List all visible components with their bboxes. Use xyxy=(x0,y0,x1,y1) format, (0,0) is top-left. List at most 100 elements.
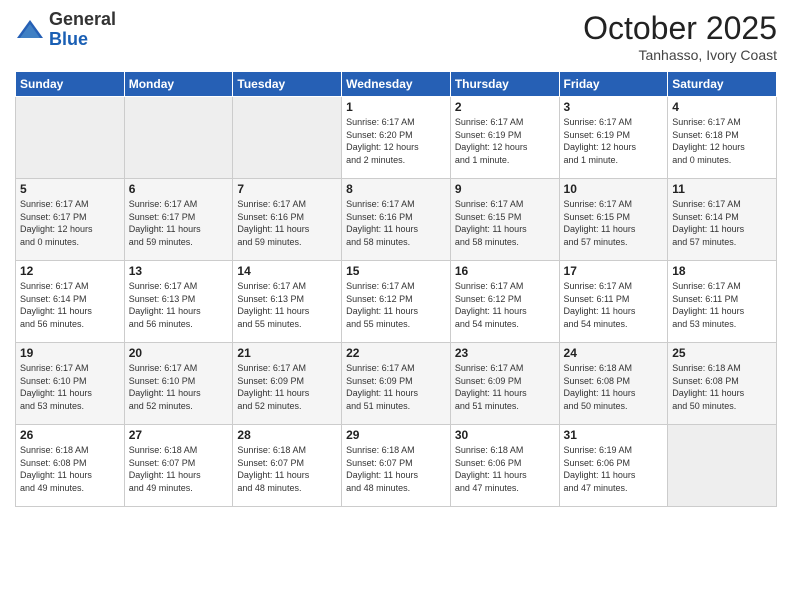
month-title: October 2025 xyxy=(583,10,777,47)
calendar-cell: 23 Sunrise: 6:17 AM Sunset: 6:09 PM Dayli… xyxy=(450,343,559,425)
day-info: Sunrise: 6:17 AM Sunset: 6:11 PM Dayligh… xyxy=(672,280,772,330)
day-info: Sunrise: 6:17 AM Sunset: 6:13 PM Dayligh… xyxy=(129,280,229,330)
header: General Blue October 2025 Tanhasso, Ivor… xyxy=(15,10,777,63)
calendar-cell: 26 Sunrise: 6:18 AM Sunset: 6:08 PM Dayli… xyxy=(16,425,125,507)
day-number: 13 xyxy=(129,264,229,278)
logo-icon xyxy=(15,18,45,42)
day-number: 8 xyxy=(346,182,446,196)
day-number: 26 xyxy=(20,428,120,442)
calendar-table: SundayMondayTuesdayWednesdayThursdayFrid… xyxy=(15,71,777,507)
calendar-cell: 8 Sunrise: 6:17 AM Sunset: 6:16 PM Daylig… xyxy=(342,179,451,261)
day-info: Sunrise: 6:17 AM Sunset: 6:10 PM Dayligh… xyxy=(20,362,120,412)
week-row-2: 12 Sunrise: 6:17 AM Sunset: 6:14 PM Dayli… xyxy=(16,261,777,343)
day-info: Sunrise: 6:17 AM Sunset: 6:19 PM Dayligh… xyxy=(564,116,664,166)
day-number: 2 xyxy=(455,100,555,114)
day-number: 29 xyxy=(346,428,446,442)
calendar-cell: 10 Sunrise: 6:17 AM Sunset: 6:15 PM Dayli… xyxy=(559,179,668,261)
calendar-cell: 21 Sunrise: 6:17 AM Sunset: 6:09 PM Dayli… xyxy=(233,343,342,425)
day-info: Sunrise: 6:17 AM Sunset: 6:14 PM Dayligh… xyxy=(20,280,120,330)
day-number: 27 xyxy=(129,428,229,442)
calendar-cell: 3 Sunrise: 6:17 AM Sunset: 6:19 PM Daylig… xyxy=(559,97,668,179)
day-number: 10 xyxy=(564,182,664,196)
day-number: 30 xyxy=(455,428,555,442)
calendar-cell: 9Sunrise: 6:17 AM Sunset: 6:15 PM Daylig… xyxy=(450,179,559,261)
day-number: 5 xyxy=(20,182,120,196)
calendar-cell: 29 Sunrise: 6:18 AM Sunset: 6:07 PM Dayli… xyxy=(342,425,451,507)
day-info: Sunrise: 6:17 AM Sunset: 6:16 PM Dayligh… xyxy=(346,198,446,248)
week-row-4: 26 Sunrise: 6:18 AM Sunset: 6:08 PM Dayli… xyxy=(16,425,777,507)
day-number: 4 xyxy=(672,100,772,114)
calendar-cell: 2 Sunrise: 6:17 AM Sunset: 6:19 PM Daylig… xyxy=(450,97,559,179)
calendar-cell: 11 Sunrise: 6:17 AM Sunset: 6:14 PM Dayli… xyxy=(668,179,777,261)
day-number: 12 xyxy=(20,264,120,278)
day-info: Sunrise: 6:18 AM Sunset: 6:06 PM Dayligh… xyxy=(455,444,555,494)
logo-blue-text: Blue xyxy=(49,30,116,50)
calendar-cell: 18Sunrise: 6:17 AM Sunset: 6:11 PM Dayli… xyxy=(668,261,777,343)
day-info: Sunrise: 6:17 AM Sunset: 6:11 PM Dayligh… xyxy=(564,280,664,330)
calendar-cell: 27 Sunrise: 6:18 AM Sunset: 6:07 PM Dayli… xyxy=(124,425,233,507)
calendar-cell: 7 Sunrise: 6:17 AM Sunset: 6:16 PM Daylig… xyxy=(233,179,342,261)
location: Tanhasso, Ivory Coast xyxy=(583,47,777,63)
calendar-cell: 13 Sunrise: 6:17 AM Sunset: 6:13 PM Dayli… xyxy=(124,261,233,343)
calendar-cell: 28 Sunrise: 6:18 AM Sunset: 6:07 PM Dayli… xyxy=(233,425,342,507)
calendar-cell: 15 Sunrise: 6:17 AM Sunset: 6:12 PM Dayli… xyxy=(342,261,451,343)
day-number: 14 xyxy=(237,264,337,278)
day-number: 23 xyxy=(455,346,555,360)
day-info: Sunrise: 6:18 AM Sunset: 6:07 PM Dayligh… xyxy=(237,444,337,494)
logo: General Blue xyxy=(15,10,116,50)
day-info: Sunrise: 6:18 AM Sunset: 6:07 PM Dayligh… xyxy=(129,444,229,494)
day-info: Sunrise: 6:17 AM Sunset: 6:14 PM Dayligh… xyxy=(672,198,772,248)
day-number: 20 xyxy=(129,346,229,360)
day-number: 15 xyxy=(346,264,446,278)
day-info: Sunrise: 6:18 AM Sunset: 6:07 PM Dayligh… xyxy=(346,444,446,494)
day-number: 28 xyxy=(237,428,337,442)
day-info: Sunrise: 6:17 AM Sunset: 6:13 PM Dayligh… xyxy=(237,280,337,330)
calendar-cell: 5Sunrise: 6:17 AM Sunset: 6:17 PM Daylig… xyxy=(16,179,125,261)
day-info: Sunrise: 6:17 AM Sunset: 6:15 PM Dayligh… xyxy=(564,198,664,248)
day-number: 17 xyxy=(564,264,664,278)
day-info: Sunrise: 6:18 AM Sunset: 6:08 PM Dayligh… xyxy=(20,444,120,494)
day-number: 3 xyxy=(564,100,664,114)
day-number: 11 xyxy=(672,182,772,196)
day-info: Sunrise: 6:17 AM Sunset: 6:09 PM Dayligh… xyxy=(237,362,337,412)
day-info: Sunrise: 6:17 AM Sunset: 6:16 PM Dayligh… xyxy=(237,198,337,248)
day-number: 1 xyxy=(346,100,446,114)
calendar-cell: 20Sunrise: 6:17 AM Sunset: 6:10 PM Dayli… xyxy=(124,343,233,425)
calendar-cell: 1 Sunrise: 6:17 AM Sunset: 6:20 PM Daylig… xyxy=(342,97,451,179)
day-number: 21 xyxy=(237,346,337,360)
calendar-cell: 17 Sunrise: 6:17 AM Sunset: 6:11 PM Dayli… xyxy=(559,261,668,343)
day-info: Sunrise: 6:17 AM Sunset: 6:20 PM Dayligh… xyxy=(346,116,446,166)
calendar-cell: 14 Sunrise: 6:17 AM Sunset: 6:13 PM Dayli… xyxy=(233,261,342,343)
calendar-cell: 30 Sunrise: 6:18 AM Sunset: 6:06 PM Dayli… xyxy=(450,425,559,507)
day-info: Sunrise: 6:17 AM Sunset: 6:12 PM Dayligh… xyxy=(346,280,446,330)
weekday-header-tuesday: Tuesday xyxy=(233,72,342,97)
calendar-cell xyxy=(124,97,233,179)
day-number: 22 xyxy=(346,346,446,360)
day-info: Sunrise: 6:17 AM Sunset: 6:19 PM Dayligh… xyxy=(455,116,555,166)
calendar-page: General Blue October 2025 Tanhasso, Ivor… xyxy=(0,0,792,612)
weekday-header-monday: Monday xyxy=(124,72,233,97)
calendar-cell: 22Sunrise: 6:17 AM Sunset: 6:09 PM Dayli… xyxy=(342,343,451,425)
day-info: Sunrise: 6:18 AM Sunset: 6:08 PM Dayligh… xyxy=(564,362,664,412)
day-number: 9 xyxy=(455,182,555,196)
calendar-cell xyxy=(233,97,342,179)
calendar-cell: 6Sunrise: 6:17 AM Sunset: 6:17 PM Daylig… xyxy=(124,179,233,261)
day-info: Sunrise: 6:17 AM Sunset: 6:09 PM Dayligh… xyxy=(455,362,555,412)
weekday-header-wednesday: Wednesday xyxy=(342,72,451,97)
weekday-header-sunday: Sunday xyxy=(16,72,125,97)
title-block: October 2025 Tanhasso, Ivory Coast xyxy=(583,10,777,63)
weekday-header-saturday: Saturday xyxy=(668,72,777,97)
calendar-cell: 25Sunrise: 6:18 AM Sunset: 6:08 PM Dayli… xyxy=(668,343,777,425)
calendar-cell: 4Sunrise: 6:17 AM Sunset: 6:18 PM Daylig… xyxy=(668,97,777,179)
day-number: 31 xyxy=(564,428,664,442)
weekday-header-row: SundayMondayTuesdayWednesdayThursdayFrid… xyxy=(16,72,777,97)
calendar-cell: 19Sunrise: 6:17 AM Sunset: 6:10 PM Dayli… xyxy=(16,343,125,425)
day-info: Sunrise: 6:19 AM Sunset: 6:06 PM Dayligh… xyxy=(564,444,664,494)
week-row-1: 5Sunrise: 6:17 AM Sunset: 6:17 PM Daylig… xyxy=(16,179,777,261)
day-number: 7 xyxy=(237,182,337,196)
calendar-cell: 24Sunrise: 6:18 AM Sunset: 6:08 PM Dayli… xyxy=(559,343,668,425)
calendar-cell xyxy=(668,425,777,507)
weekday-header-friday: Friday xyxy=(559,72,668,97)
logo-general-text: General xyxy=(49,10,116,30)
day-number: 6 xyxy=(129,182,229,196)
